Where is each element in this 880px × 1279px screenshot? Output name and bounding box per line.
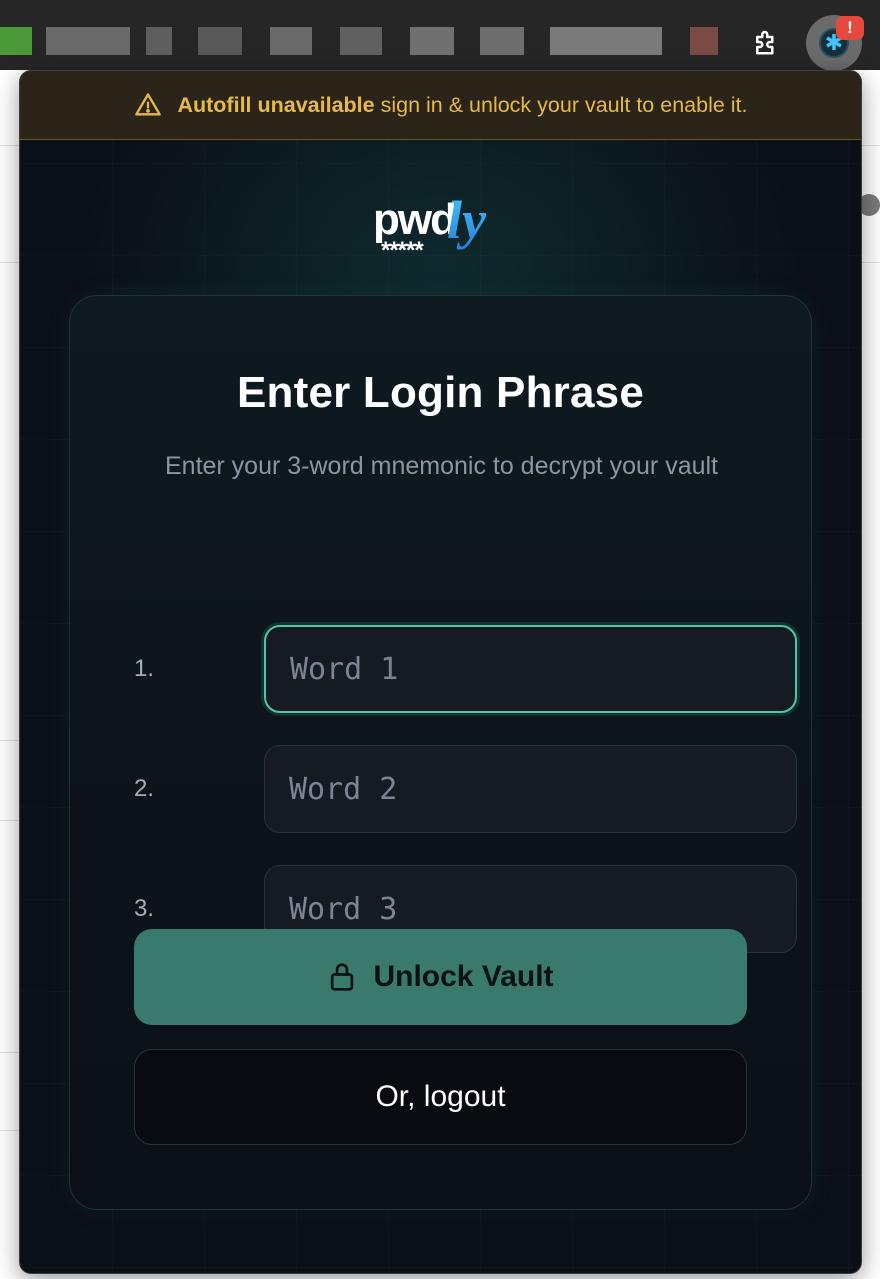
pwdly-popup: Autofill unavailable sign in & unlock yo…: [19, 70, 862, 1274]
banner-title: Autofill unavailable: [177, 92, 375, 117]
lock-icon: [331, 963, 354, 991]
warning-icon: [135, 93, 162, 116]
divider: [0, 820, 20, 821]
pwdly-logo: pwd ly *****: [20, 176, 861, 271]
blurred-bookmark: [410, 27, 454, 55]
blurred-bookmark: [550, 27, 662, 55]
divider: [0, 1052, 20, 1053]
unlock-vault-button[interactable]: Unlock Vault: [134, 929, 747, 1025]
word-row-2: 2.: [134, 745, 797, 833]
banner-text: Autofill unavailable sign in & unlock yo…: [177, 93, 747, 118]
card-subtitle: Enter your 3-word mnemonic to decrypt yo…: [164, 452, 718, 480]
word-row-1: 1.: [134, 625, 797, 713]
extensions-puzzle-icon[interactable]: [748, 24, 784, 60]
logout-label: Or, logout: [375, 1080, 506, 1113]
blurred-bookmark: [46, 27, 130, 55]
word-2-input[interactable]: [264, 745, 797, 833]
browser-toolbar: ✱ !: [0, 0, 880, 71]
blurred-bookmark: [270, 27, 312, 55]
blurred-bookmark: [0, 27, 32, 55]
login-phrase-card: Enter Login Phrase Enter your 3-word mne…: [69, 295, 812, 1210]
blurred-bookmark: [480, 27, 524, 55]
blurred-bookmark: [198, 27, 242, 55]
word-number: 1.: [134, 655, 155, 682]
svg-text:ly: ly: [447, 190, 487, 250]
autofill-warning-banner: Autofill unavailable sign in & unlock yo…: [20, 71, 861, 140]
svg-text:*****: *****: [381, 237, 424, 264]
blurred-bookmark: [340, 27, 382, 55]
divider: [0, 1130, 20, 1131]
pwdly-logo-mark: pwd ly *****: [373, 190, 487, 264]
word-1-input[interactable]: [264, 625, 797, 713]
extension-alert-badge: !: [836, 16, 864, 40]
word-number: 2.: [134, 775, 155, 802]
banner-message: sign in & unlock your vault to enable it…: [380, 92, 748, 117]
blurred-bookmark: [690, 27, 718, 55]
card-title: Enter Login Phrase: [236, 368, 644, 417]
divider: [0, 740, 20, 741]
blurred-bookmark: [146, 27, 172, 55]
unlock-vault-label: Unlock Vault: [373, 960, 554, 993]
logout-button[interactable]: Or, logout: [134, 1049, 747, 1145]
